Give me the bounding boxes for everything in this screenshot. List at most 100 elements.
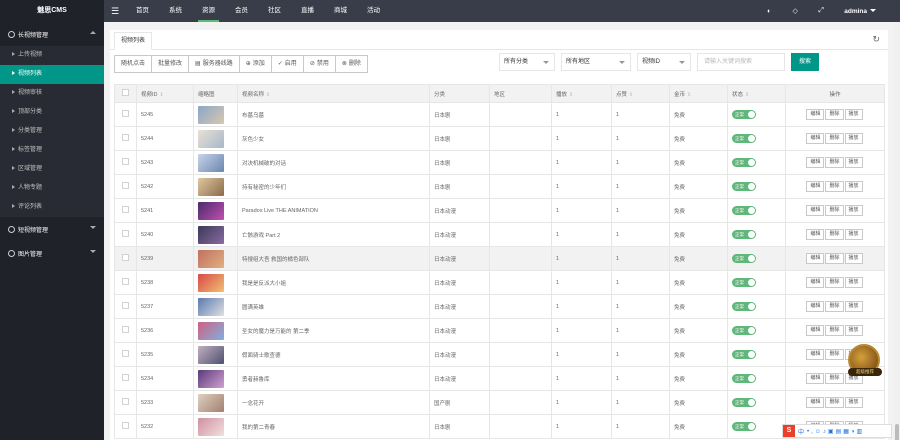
row-checkbox[interactable] [122,182,129,189]
table-row[interactable]: 5242 持有秘密的少年们 日本剧 1 1 免费 正常 编辑 删除 播放 [114,174,885,199]
refresh-icon[interactable]: ↻ [872,34,880,45]
status-toggle[interactable]: 正常 [732,206,756,215]
toolbar-button[interactable]: ✓ 启用 [270,55,304,73]
region-select[interactable]: 所有地区 [561,53,631,71]
status-toggle[interactable]: 正常 [732,134,756,143]
toolbar-button[interactable]: 随机点击 [114,55,153,73]
edit-button[interactable]: 编辑 [806,229,825,240]
status-toggle[interactable]: 正常 [732,182,756,191]
play-button[interactable]: 播放 [844,229,863,240]
sort-icon[interactable]: ⇕ [160,92,164,98]
thumbnail-image[interactable] [198,105,224,124]
edit-button[interactable]: 编辑 [806,373,825,384]
sidebar-item[interactable]: 视频列表 [0,65,104,84]
sidebar-item[interactable]: 评论列表 [0,198,104,217]
thumbnail-image[interactable] [198,177,224,196]
top-nav-item[interactable]: 会员 [225,0,258,22]
column-header[interactable]: 点赞 ⇕ [611,84,670,103]
thumbnail-image[interactable] [198,369,224,388]
sidebar-item[interactable]: 区域管理 [0,160,104,179]
row-checkbox[interactable] [122,374,129,381]
delete-button[interactable]: 删除 [825,109,844,120]
column-header[interactable]: 视频名称 ⇕ [237,84,430,103]
thumbnail-image[interactable] [198,201,224,220]
top-nav-item[interactable]: 系统 [159,0,192,22]
row-checkbox[interactable] [122,158,129,165]
row-checkbox[interactable] [122,350,129,357]
delete-button[interactable]: 删除 [825,133,844,144]
status-toggle[interactable]: 正常 [732,422,756,431]
column-header[interactable]: 状态 ⇕ [727,84,786,103]
top-nav-item[interactable]: 资源 [192,0,225,22]
sidebar-item[interactable]: 视频审核 [0,84,104,103]
sidebar-group[interactable]: 短视频管理 [0,217,104,241]
delete-button[interactable]: 删除 [825,397,844,408]
sidebar-item[interactable]: 分类管理 [0,122,104,141]
sidebar-item[interactable]: 标签管理 [0,141,104,160]
table-row[interactable]: 5236 圣女的魔力是万能的 第二季 日本动漫 1 1 免费 正常 编辑 删除 播放 [114,318,885,343]
thumbnail-image[interactable] [198,273,224,292]
delete-button[interactable]: 删除 [825,349,844,360]
menu-toggle-icon[interactable]: ☰ [104,6,126,17]
select-all-checkbox[interactable] [122,89,129,96]
edit-button[interactable]: 编辑 [806,277,825,288]
status-toggle[interactable]: 正常 [732,230,756,239]
table-row[interactable]: 5232我的第二青春日本剧11免费正常编辑删除播放 [114,414,885,439]
status-toggle[interactable]: 正常 [732,350,756,359]
scrollbar[interactable] [894,22,900,440]
edit-button[interactable]: 编辑 [806,109,825,120]
table-row[interactable]: 5245 布墓乌墓 日本剧 1 1 免费 正常 编辑 删除 播放 [114,102,885,127]
table-row[interactable]: 5235假面骑士歌查德日本动漫11免费正常编辑删除播放 [114,342,885,367]
table-row[interactable]: 5240 亡骸游戏 Part 2 日本动漫 1 1 免费 正常 编辑 删除 播放 [114,222,885,247]
table-row[interactable]: 5243 对决机械破的对话 日本剧 1 1 免费 正常 编辑 删除 播放 [114,150,885,175]
sort-icon[interactable]: ⇕ [745,92,749,98]
row-checkbox[interactable] [122,134,129,141]
table-row[interactable]: 5241 Paradox Live THE ANIMATION 日本动漫 1 1 免费 正常… [114,198,885,223]
column-header[interactable]: 视频ID ⇕ [136,84,194,103]
column-header[interactable]: 金币 ⇕ [669,84,728,103]
edit-button[interactable]: 编辑 [806,301,825,312]
sidebar-item[interactable]: 顶部分类 [0,103,104,122]
delete-button[interactable]: 删除 [825,253,844,264]
status-toggle[interactable]: 正常 [732,302,756,311]
toolbar-button[interactable]: ▤ 服务器线路 [188,55,240,73]
edit-button[interactable]: 编辑 [806,397,825,408]
table-row[interactable]: 5234 勇者赫鲁库 日本动漫 1 1 免费 正常 编辑 删除 播放 [114,366,885,391]
delete-button[interactable]: 删除 [825,301,844,312]
row-checkbox[interactable] [122,230,129,237]
sidebar-group[interactable]: 图片管理 [0,241,104,265]
row-checkbox[interactable] [122,206,129,213]
delete-button[interactable]: 删除 [825,373,844,384]
scrollbar-thumb[interactable] [895,424,899,440]
delete-button[interactable]: 删除 [825,157,844,168]
table-row[interactable]: 5239 特搜组大吾 救国的橘色部队 日本动漫 1 1 免费 正常 编辑 删除 播放 [114,246,885,271]
sort-icon[interactable]: ⇕ [569,92,573,98]
fullscreen-icon[interactable]: ⤢ [808,7,834,15]
row-checkbox[interactable] [122,326,129,333]
row-checkbox[interactable] [122,398,129,405]
status-toggle[interactable]: 正常 [732,278,756,287]
thumbnail-image[interactable] [198,225,224,244]
ime-toolbar[interactable]: S 中 •,☺♪▣▤▦◑▥ [782,424,892,438]
delete-button[interactable]: 删除 [825,181,844,192]
play-button[interactable]: 播放 [844,133,863,144]
sidebar-item[interactable]: 人物专题 [0,179,104,198]
sort-icon[interactable]: ⇕ [629,92,633,98]
category-select[interactable]: 所有分类 [499,53,555,71]
row-checkbox[interactable] [122,278,129,285]
top-nav-item[interactable]: 社区 [258,0,291,22]
delete-button[interactable]: 删除 [825,325,844,336]
sort-icon[interactable]: ⇕ [687,92,691,98]
edit-button[interactable]: 编辑 [806,253,825,264]
toolbar-button[interactable]: ⊕ 添加 [238,55,272,73]
row-checkbox[interactable] [122,110,129,117]
sort-icon[interactable]: ⇕ [266,92,270,98]
table-row[interactable]: 5237 圆满英雄 日本动漫 1 1 免费 正常 编辑 删除 播放 [114,294,885,319]
play-button[interactable]: 播放 [844,253,863,264]
table-row[interactable]: 5238 我是是反派大小姐 日本动漫 1 1 免费 正常 编辑 删除 播放 [114,270,885,295]
status-toggle[interactable]: 正常 [732,398,756,407]
thumbnail-image[interactable] [198,249,224,268]
search-input[interactable]: 请输入关键词搜索 [697,53,785,71]
table-row[interactable]: 5233 一念花开 国产剧 1 1 免费 正常 编辑 删除 播放 [114,390,885,415]
status-toggle[interactable]: 正常 [732,158,756,167]
